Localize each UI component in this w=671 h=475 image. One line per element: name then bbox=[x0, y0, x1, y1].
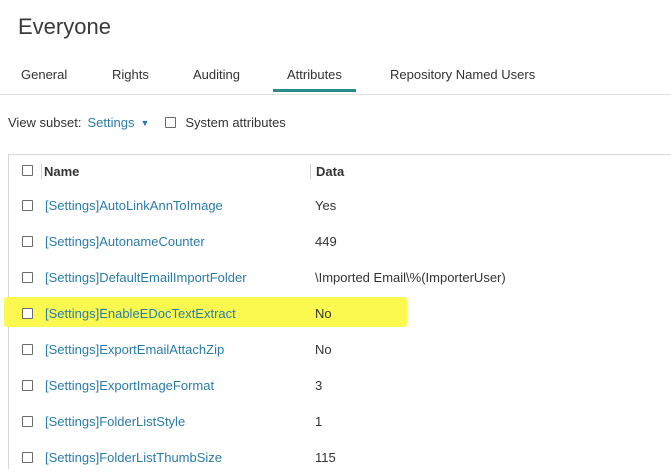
attributes-grid: Name Data [Settings]AutoLinkAnnToImage Ye… bbox=[4, 154, 671, 469]
caret-down-icon[interactable]: ▼ bbox=[140, 118, 149, 128]
table-row[interactable]: [Settings]AutonameCounter 449 bbox=[9, 223, 671, 259]
tabs-divider bbox=[0, 94, 671, 95]
tab-repository-named-users[interactable]: Repository Named Users bbox=[390, 67, 535, 82]
row-checkbox[interactable] bbox=[22, 344, 33, 355]
tab-rights[interactable]: Rights bbox=[112, 67, 149, 82]
table-row[interactable]: [Settings]FolderListThumbSize 115 bbox=[9, 439, 671, 475]
column-header-name[interactable]: Name bbox=[44, 164, 79, 179]
attribute-value: \Imported Email\%(ImporterUser) bbox=[315, 270, 506, 285]
column-separator[interactable] bbox=[310, 164, 311, 179]
column-separator bbox=[41, 164, 42, 179]
tab-auditing[interactable]: Auditing bbox=[193, 67, 240, 82]
attribute-value: No bbox=[315, 306, 332, 321]
row-checkbox[interactable] bbox=[22, 380, 33, 391]
attribute-value: 115 bbox=[315, 450, 336, 465]
table-row[interactable]: [Settings]ExportImageFormat 3 bbox=[9, 367, 671, 403]
system-attributes-label: System attributes bbox=[185, 115, 286, 130]
tab-attributes[interactable]: Attributes bbox=[273, 67, 356, 92]
attribute-name-link[interactable]: [Settings]EnableEDocTextExtract bbox=[45, 306, 236, 321]
view-subset-select[interactable]: Settings bbox=[87, 115, 134, 130]
attribute-name-link[interactable]: [Settings]AutonameCounter bbox=[45, 234, 205, 249]
table-row[interactable]: [Settings]AutoLinkAnnToImage Yes bbox=[9, 187, 671, 223]
attribute-value: 1 bbox=[315, 414, 323, 429]
table-row[interactable]: [Settings]FolderListStyle 1 bbox=[9, 403, 671, 439]
select-all-checkbox[interactable] bbox=[22, 165, 33, 176]
column-header-data[interactable]: Data bbox=[316, 164, 344, 179]
attribute-value: 3 bbox=[315, 378, 323, 393]
attribute-name-link[interactable]: [Settings]ExportImageFormat bbox=[45, 378, 214, 393]
attribute-name-link[interactable]: [Settings]AutoLinkAnnToImage bbox=[45, 198, 223, 213]
row-checkbox[interactable] bbox=[22, 416, 33, 427]
attribute-value: Yes bbox=[315, 198, 337, 213]
system-attributes-checkbox[interactable] bbox=[165, 117, 177, 128]
page-title: Everyone bbox=[18, 14, 111, 39]
view-subset-label: View subset: bbox=[8, 115, 82, 130]
attribute-name-link[interactable]: [Settings]DefaultEmailImportFolder bbox=[45, 270, 247, 285]
attribute-name-link[interactable]: [Settings]FolderListStyle bbox=[45, 414, 185, 429]
table-row[interactable]: [Settings]DefaultEmailImportFolder \Impor… bbox=[9, 259, 671, 295]
row-checkbox[interactable] bbox=[22, 452, 33, 463]
attribute-value: No bbox=[315, 342, 332, 357]
view-subset-bar: View subset: Settings ▼ System attribute… bbox=[8, 115, 286, 130]
attribute-name-link[interactable]: [Settings]ExportEmailAttachZip bbox=[45, 342, 224, 357]
table-row[interactable]: [Settings]EnableEDocTextExtract No bbox=[4, 295, 671, 331]
grid-header: Name Data bbox=[9, 155, 671, 187]
row-checkbox[interactable] bbox=[22, 236, 33, 247]
table-row[interactable]: [Settings]ExportEmailAttachZip No bbox=[9, 331, 671, 367]
attribute-name-link[interactable]: [Settings]FolderListThumbSize bbox=[45, 450, 222, 465]
attribute-value: 449 bbox=[315, 234, 337, 249]
tab-bar: General Rights Auditing Attributes Repos… bbox=[0, 60, 671, 92]
row-checkbox[interactable] bbox=[22, 200, 33, 211]
tab-general[interactable]: General bbox=[21, 67, 67, 82]
row-checkbox[interactable] bbox=[22, 308, 33, 319]
row-checkbox[interactable] bbox=[22, 272, 33, 283]
